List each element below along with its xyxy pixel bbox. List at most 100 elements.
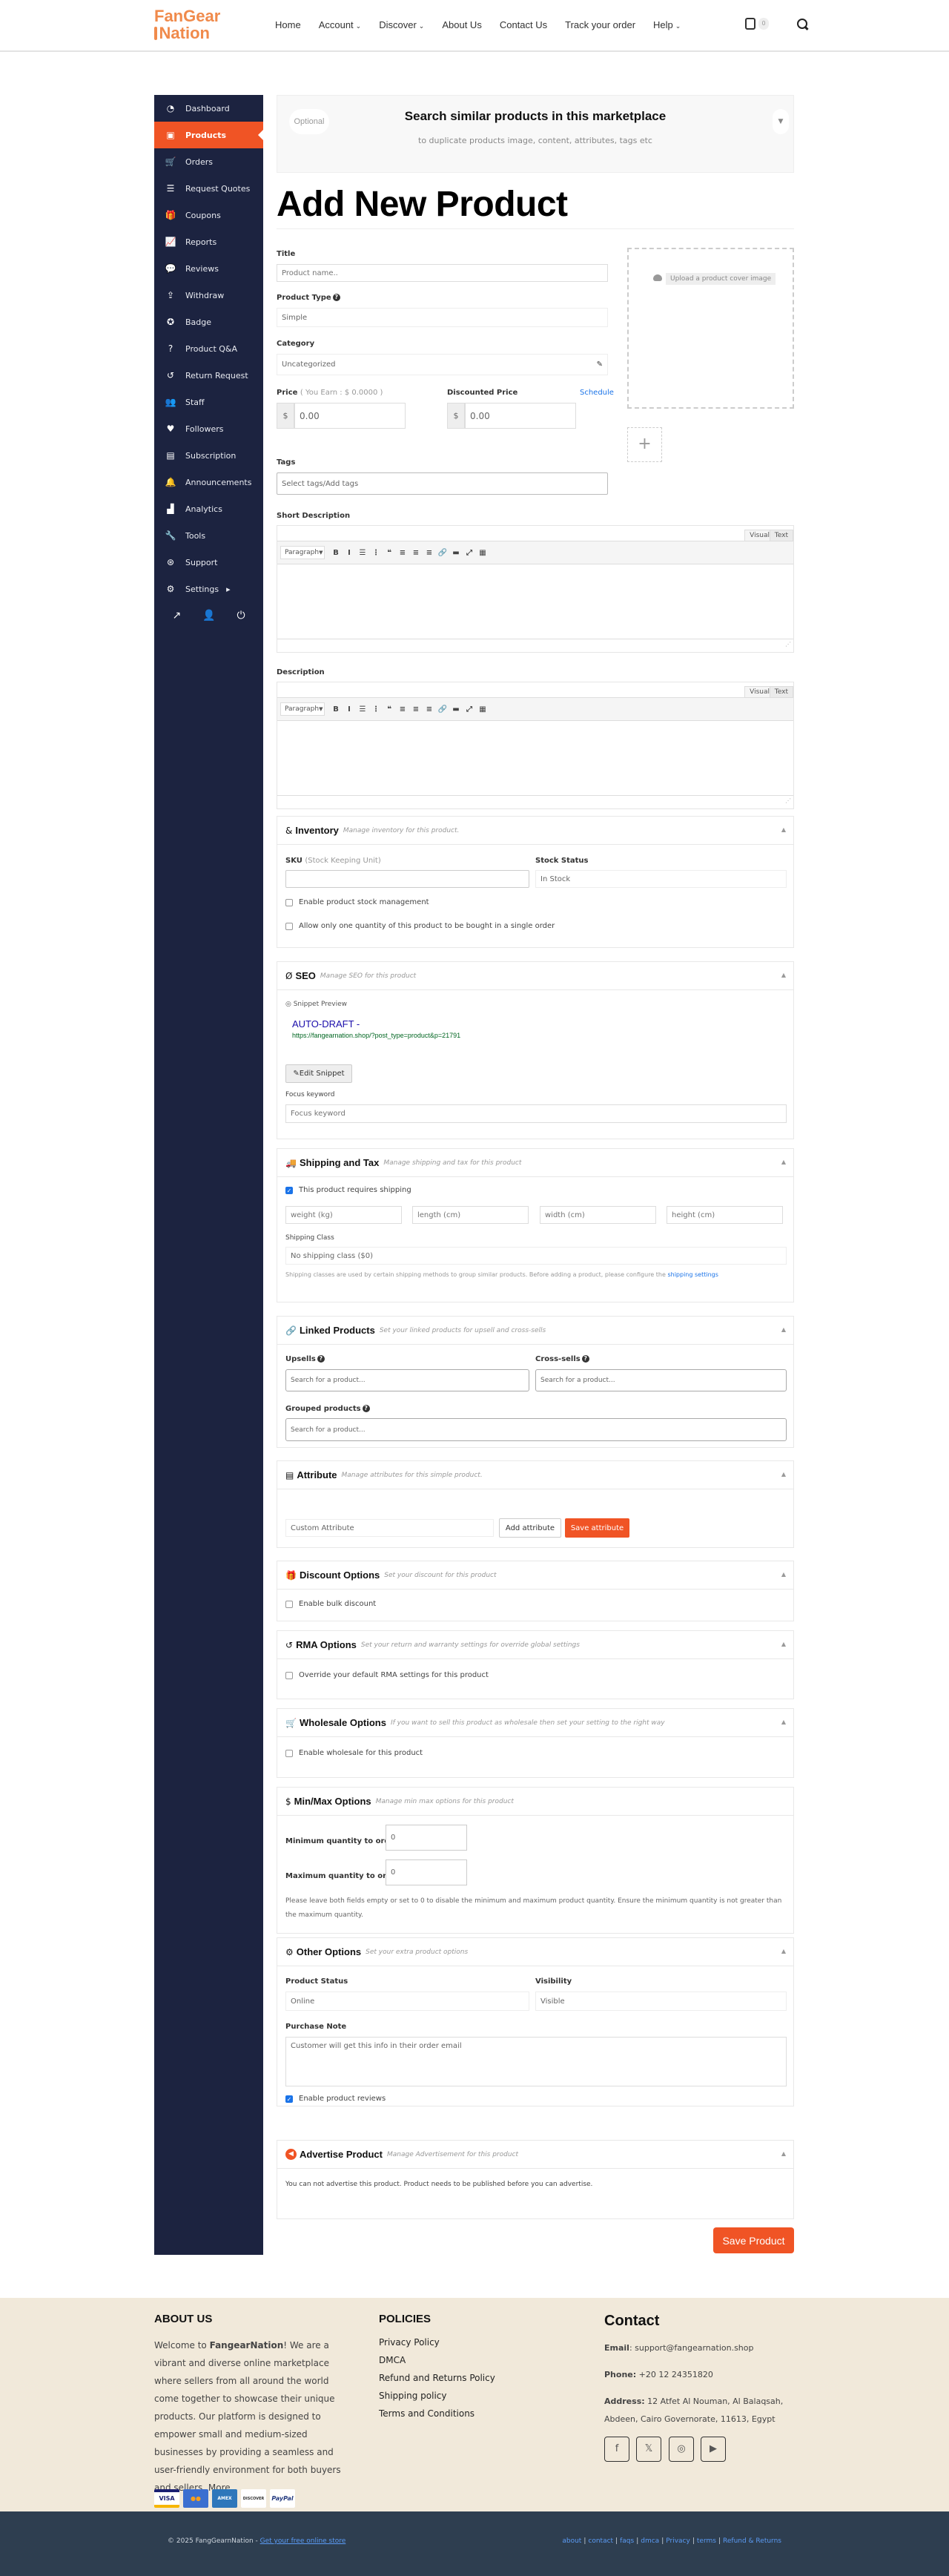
edit-snippet-button[interactable]: ✎ Edit Snippet [285, 1064, 352, 1083]
sidebar-item-badge[interactable]: ✪ Badge [154, 309, 263, 335]
upsells-search[interactable]: Search for a product... [285, 1369, 529, 1391]
sidebar-item-reports[interactable]: 📈 Reports [154, 228, 263, 255]
bold-icon[interactable]: B [329, 549, 343, 557]
search-icon[interactable] [797, 19, 807, 29]
fullscreen-icon[interactable]: ⤢ [463, 705, 476, 714]
sidebar-item-return-request[interactable]: ↺ Return Request [154, 362, 263, 389]
product-type-select[interactable]: Simple [277, 308, 608, 327]
x-twitter-icon[interactable]: 𝕏 [636, 2437, 661, 2462]
enable-reviews-checkbox[interactable]: ✓ Enable product reviews [285, 2095, 386, 2103]
numbered-list-icon[interactable]: ⋮ [369, 549, 383, 557]
read-more-icon[interactable]: ▬ [449, 549, 463, 557]
schedule-link[interactable]: Schedule [580, 389, 614, 397]
sidebar-item-product-q-a[interactable]: ? Product Q&A [154, 335, 263, 362]
format-select[interactable]: Paragraph ▼ [280, 702, 325, 716]
save-product-button[interactable]: Save Product [713, 2227, 794, 2253]
policy-link[interactable]: DMCA [379, 2355, 406, 2365]
sidebar-item-request-quotes[interactable]: ☰ Request Quotes [154, 175, 263, 202]
other-options-header[interactable]: ⚙ Other Options Set your extra product opt… [277, 1938, 793, 1966]
power-icon[interactable]: ⏻ [237, 610, 245, 622]
weight-input[interactable] [285, 1206, 402, 1224]
inventory-header[interactable]: & Inventory Manage inventory for this prod… [277, 817, 793, 845]
collapse-icon[interactable]: ▲ [781, 826, 786, 833]
cover-image-upload[interactable]: Upload a product cover image [627, 248, 794, 409]
height-input[interactable] [667, 1206, 783, 1224]
collapse-icon[interactable]: ▲ [781, 1571, 786, 1578]
length-input[interactable] [412, 1206, 529, 1224]
user-icon[interactable]: 👤 [202, 610, 215, 622]
nav-track-order[interactable]: Track your order [565, 19, 635, 30]
cross-sells-search[interactable]: Search for a product... [535, 1369, 787, 1391]
sidebar-item-followers[interactable]: ♥ Followers [154, 415, 263, 442]
bullet-list-icon[interactable]: ☰ [356, 549, 369, 557]
collapse-icon[interactable]: ▲ [781, 1948, 786, 1954]
nav-contact[interactable]: Contact Us [500, 19, 547, 30]
rma-options-header[interactable]: ↺ RMA Options Set your return and warranty… [277, 1631, 793, 1659]
sidebar-item-support[interactable]: ⊛ Support [154, 549, 263, 576]
site-logo[interactable]: FanGear Nation [154, 7, 220, 42]
sidebar-item-settings[interactable]: ⚙ Settings ▸ [154, 576, 263, 602]
align-right-icon[interactable]: ≡ [423, 549, 436, 557]
save-attribute-button[interactable]: Save attribute [565, 1518, 629, 1538]
min-quantity-input[interactable]: 0 [386, 1825, 467, 1851]
visibility-select[interactable]: Visible [535, 1992, 787, 2011]
numbered-list-icon[interactable]: ⋮ [369, 705, 383, 714]
bottom-link[interactable]: Privacy [666, 2537, 690, 2545]
max-quantity-input[interactable]: 0 [386, 1859, 467, 1885]
attribute-header[interactable]: ▤ Attribute Manage attributes for this sim… [277, 1461, 793, 1489]
format-select[interactable]: Paragraph ▼ [280, 546, 325, 559]
bottom-link[interactable]: terms [697, 2537, 716, 2545]
stock-management-checkbox[interactable]: Enable product stock management [285, 898, 429, 906]
title-input[interactable] [277, 264, 608, 282]
read-more-icon[interactable]: ▬ [449, 705, 463, 714]
italic-icon[interactable]: I [343, 705, 356, 714]
override-rma-checkbox[interactable]: Override your default RMA settings for t… [285, 1671, 489, 1679]
align-center-icon[interactable]: ≡ [409, 705, 423, 714]
bottom-link[interactable]: faqs [620, 2537, 634, 2545]
sidebar-item-analytics[interactable]: ▟ Analytics [154, 495, 263, 522]
external-link-icon[interactable]: ↗ [172, 610, 181, 622]
bottom-link[interactable]: about [562, 2537, 581, 2545]
policy-link[interactable]: Privacy Policy [379, 2337, 440, 2348]
grouped-products-search[interactable]: Search for a product... [285, 1418, 787, 1441]
bulk-discount-checkbox[interactable]: Enable bulk discount [285, 1600, 376, 1608]
link-icon[interactable]: 🔗 [436, 549, 449, 557]
toolbar-toggle-icon[interactable]: ▦ [476, 705, 489, 714]
nav-discover[interactable]: Discover ⌄ [379, 19, 424, 30]
description-textarea[interactable] [277, 721, 793, 795]
purchase-note-textarea[interactable]: Customer will get this info in their ord… [285, 2037, 787, 2086]
custom-attribute-select[interactable]: Custom Attribute [285, 1519, 494, 1537]
linked-products-header[interactable]: 🔗 Linked Products Set your linked products… [277, 1317, 793, 1345]
enable-wholesale-checkbox[interactable]: Enable wholesale for this product [285, 1749, 423, 1757]
stock-status-select[interactable]: In Stock [535, 870, 787, 888]
align-center-icon[interactable]: ≡ [409, 549, 423, 557]
sidebar-item-subscription[interactable]: ▤ Subscription [154, 442, 263, 469]
collapse-icon[interactable]: ▲ [781, 1719, 786, 1725]
shipping-settings-link[interactable]: shipping settings [667, 1271, 718, 1278]
fullscreen-icon[interactable]: ⤢ [463, 549, 476, 557]
bold-icon[interactable]: B [329, 705, 343, 714]
nav-help[interactable]: Help ⌄ [653, 19, 681, 30]
policy-link[interactable]: Terms and Conditions [379, 2408, 474, 2419]
instagram-icon[interactable]: ◎ [669, 2437, 694, 2462]
collapse-icon[interactable]: ▲ [781, 2150, 786, 2157]
nav-about[interactable]: About Us [442, 19, 481, 30]
collapse-icon[interactable]: ▲ [781, 1326, 786, 1333]
link-icon[interactable]: 🔗 [436, 705, 449, 714]
upload-cover-button[interactable]: Upload a product cover image [666, 273, 776, 285]
width-input[interactable] [540, 1206, 656, 1224]
nav-home[interactable]: Home [275, 19, 301, 30]
seo-header[interactable]: Ø SEO Manage SEO for this product ▲ [277, 962, 793, 990]
edit-icon[interactable]: ✎ [597, 360, 603, 369]
requires-shipping-checkbox[interactable]: ✓ This product requires shipping [285, 1186, 411, 1194]
youtube-icon[interactable]: ▶ [701, 2437, 726, 2462]
single-quantity-checkbox[interactable]: Allow only one quantity of this product … [285, 922, 555, 930]
search-similar-panel[interactable]: Optional Search similar products in this… [277, 95, 794, 173]
shipping-class-select[interactable]: No shipping class ($0) [285, 1247, 787, 1265]
collapse-icon[interactable]: ▲ [781, 1641, 786, 1647]
sku-input[interactable] [285, 870, 529, 888]
sidebar-item-announcements[interactable]: 🔔 Announcements [154, 469, 263, 495]
nav-account[interactable]: Account ⌄ [319, 19, 362, 30]
bottom-link[interactable]: Refund & Returns [723, 2537, 781, 2545]
sidebar-item-coupons[interactable]: 🎁 Coupons [154, 202, 263, 228]
